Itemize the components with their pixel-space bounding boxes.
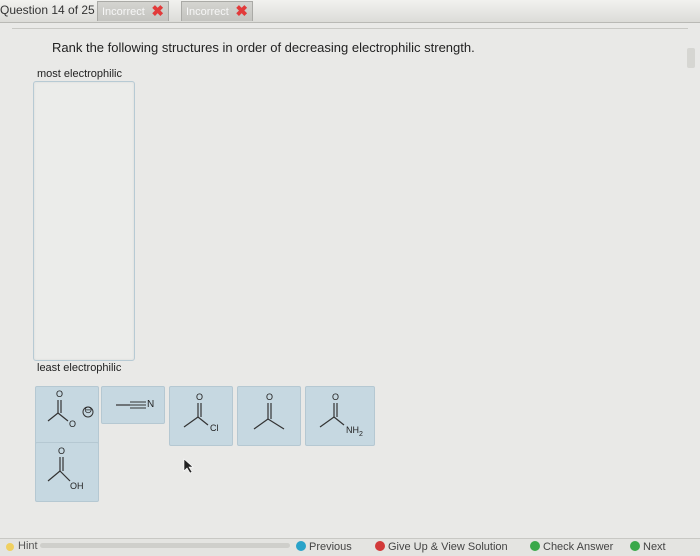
horizontal-scrollbar[interactable] (40, 543, 290, 548)
previous-label: Previous (309, 541, 352, 553)
amide-structure-icon (319, 403, 345, 428)
nitrile-structure-icon (116, 401, 146, 409)
least-electrophilic-label: least electrophilic (37, 362, 122, 374)
negative-charge-icon: ⊖ (84, 405, 93, 416)
give-up-label: Give Up & View Solution (388, 541, 508, 553)
previous-icon (296, 541, 306, 551)
check-icon (530, 541, 540, 551)
structure-tile-ketone[interactable]: O (237, 386, 301, 446)
check-answer-label: Check Answer (543, 541, 614, 553)
structure-tile-acyl-chloride[interactable]: O Cl (169, 386, 233, 446)
oxygen-label: O (332, 392, 340, 402)
amine-label: NH2 (346, 425, 363, 438)
scrollbar-thumb[interactable] (687, 48, 695, 68)
structure-tile-amide[interactable]: O NH2 (305, 386, 375, 446)
question-number: Question 14 of 25 (0, 3, 95, 17)
amine-subscript: 2 (359, 430, 363, 438)
attempt-1-label: Incorrect (102, 6, 145, 18)
carboxylate-structure-icon (47, 400, 94, 422)
mouse-pointer-icon (183, 458, 194, 474)
divider (12, 28, 688, 29)
incorrect-x-icon: ✖ (151, 3, 164, 20)
incorrect-x-icon: ✖ (235, 3, 248, 20)
next-label: Next (643, 541, 666, 553)
structure-tile-carboxylic-acid[interactable]: O OH (35, 442, 99, 502)
oxygen-label: O (58, 446, 66, 456)
next-icon (630, 541, 640, 551)
structure-tile-carboxylate[interactable]: O O ⊖ (35, 386, 99, 446)
ranking-dropzone[interactable] (33, 81, 135, 361)
nitrogen-label: N (147, 399, 155, 410)
structure-tile-nitrile[interactable]: N (101, 386, 165, 424)
attempt-tab-1[interactable]: Incorrect ✖ (97, 1, 169, 21)
oxygen-label: O (266, 392, 274, 402)
amine-text: NH (346, 425, 359, 435)
oxygen-label: O (56, 389, 64, 399)
give-up-icon (375, 541, 385, 551)
check-answer-button[interactable]: Check Answer (530, 541, 613, 553)
oxygen-label: O (69, 419, 77, 429)
oxygen-label: O (196, 392, 204, 402)
next-button[interactable]: Next (630, 541, 666, 553)
attempt-tab-2[interactable]: Incorrect ✖ (181, 1, 253, 21)
hydroxyl-label: OH (70, 481, 84, 491)
chlorine-label: Cl (210, 423, 219, 433)
attempt-2-label: Incorrect (186, 6, 229, 18)
previous-button[interactable]: Previous (296, 541, 352, 553)
most-electrophilic-label: most electrophilic (37, 68, 122, 80)
give-up-button[interactable]: Give Up & View Solution (375, 541, 508, 553)
lightbulb-icon (6, 543, 14, 551)
carboxylic-acid-structure-icon (47, 457, 71, 482)
hint-button[interactable]: Hint (18, 540, 38, 552)
question-prompt: Rank the following structures in order o… (52, 40, 475, 55)
